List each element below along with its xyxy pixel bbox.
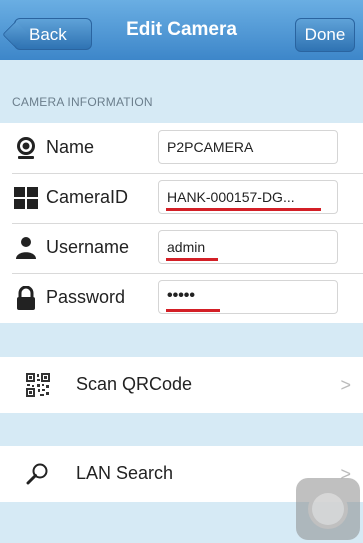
user-icon (16, 237, 36, 259)
name-label: Name (46, 137, 95, 157)
username-label: Username (46, 237, 130, 257)
highlight-underline (166, 258, 218, 261)
section-header: CAMERA INFORMATION (12, 95, 153, 109)
qr-code-icon (26, 373, 50, 397)
done-button[interactable]: Done (295, 18, 355, 52)
chevron-right-icon: > (340, 375, 351, 395)
camera-id-row: CameraID HANK-000157-DG... (0, 173, 363, 223)
grid-icon (14, 187, 38, 209)
camera-id-label: CameraID (46, 187, 129, 207)
password-label: Password (46, 287, 126, 307)
lock-icon (17, 286, 35, 310)
highlight-underline (166, 309, 220, 312)
scan-qrcode-row[interactable]: Scan QRCode > (0, 357, 363, 413)
username-row: Username admin (0, 223, 363, 273)
assistive-touch-icon (308, 489, 348, 529)
back-button-label: Back (29, 25, 67, 44)
camera-info-group: Name P2PCAMERA CameraID HANK-000157-DG..… (0, 123, 363, 323)
name-row: Name P2PCAMERA (0, 123, 363, 173)
lan-search-label: LAN Search (76, 463, 174, 483)
back-button[interactable]: Back (2, 18, 92, 50)
magnifier-icon (26, 463, 48, 485)
password-row: Password ••••• (0, 273, 363, 323)
navigation-bar: Edit Camera Back Done (0, 0, 363, 60)
scan-qrcode-label: Scan QRCode (76, 374, 193, 394)
name-field[interactable]: P2PCAMERA (158, 130, 338, 164)
assistive-touch-button[interactable] (296, 478, 360, 540)
webcam-icon (17, 137, 35, 159)
highlight-underline (166, 208, 321, 211)
